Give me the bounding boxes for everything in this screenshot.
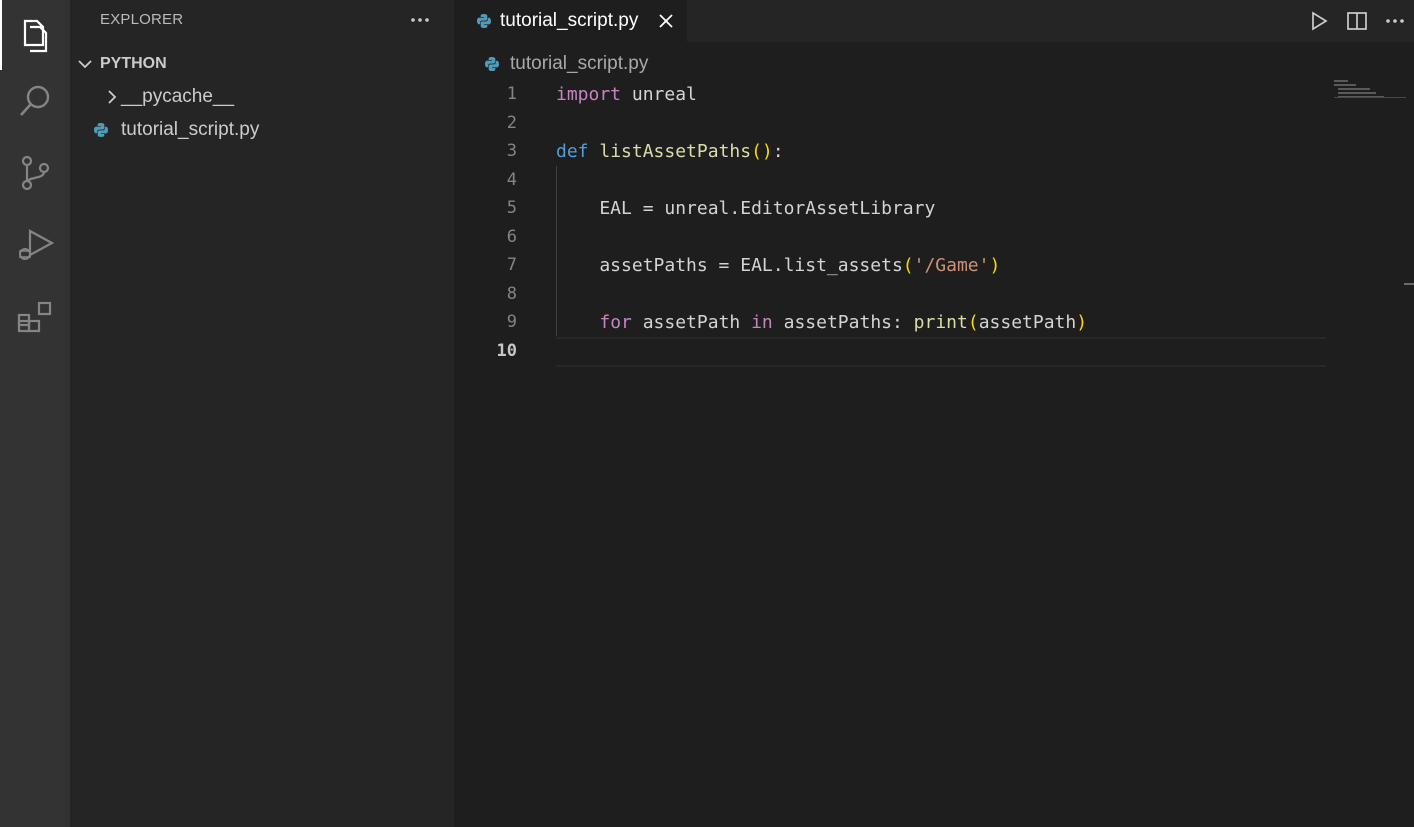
search-icon <box>20 85 50 116</box>
run-button[interactable] <box>1300 0 1338 42</box>
line-number: 4 <box>506 169 517 190</box>
tab-label: tutorial_script.py <box>500 10 639 31</box>
folder-name: PYTHON <box>100 55 167 72</box>
explorer-more-button[interactable] <box>404 4 436 36</box>
line-number: 8 <box>506 283 517 304</box>
line-number: 7 <box>506 255 517 275</box>
explorer-button[interactable] <box>0 0 70 70</box>
split-editor-button[interactable] <box>1338 0 1376 42</box>
code-line[interactable]: 7 assetPaths = EAL.list_assets('/Game') <box>454 251 1326 279</box>
tab-tutorial-script[interactable]: tutorial_script.py <box>454 0 687 42</box>
line-number: 5 <box>506 198 517 218</box>
python-file-icon <box>476 13 492 29</box>
scrollbar-marker[interactable] <box>1404 283 1414 285</box>
code-text: def listAssetPaths(): <box>556 140 784 162</box>
sidebar-title: EXPLORER <box>100 11 184 28</box>
files-icon <box>23 19 48 53</box>
tree-item-pycache[interactable]: __pycache__ <box>70 82 454 112</box>
code-line[interactable]: 10 <box>454 337 1326 365</box>
source-control-icon <box>21 155 50 191</box>
editor-actions <box>1300 0 1414 42</box>
tree-item-tutorial-script[interactable]: tutorial_script.py <box>70 115 454 145</box>
run-debug-button[interactable] <box>0 210 70 280</box>
ellipsis-icon <box>1386 19 1404 23</box>
line-number: 9 <box>506 312 517 332</box>
code-line[interactable]: 5 EAL = unreal.EditorAssetLibrary <box>454 194 1326 222</box>
code-line[interactable]: 2 <box>454 109 1326 137</box>
code-text: EAL = unreal.EditorAssetLibrary <box>556 197 936 219</box>
ellipsis-icon <box>411 18 429 22</box>
line-number: 10 <box>496 340 517 361</box>
python-file-icon <box>484 56 500 72</box>
code-line[interactable]: 9 for assetPath in assetPaths: print(ass… <box>454 308 1326 336</box>
breadcrumb[interactable]: tutorial_script.py <box>484 50 648 78</box>
code-line[interactable]: 6 <box>454 223 1326 251</box>
search-button[interactable] <box>0 66 70 136</box>
run-debug-icon <box>19 229 55 260</box>
line-number: 2 <box>506 112 517 133</box>
source-control-button[interactable] <box>0 138 70 208</box>
line-number: 3 <box>506 141 517 161</box>
chevron-down-icon <box>70 56 100 72</box>
python-file-icon <box>93 122 121 138</box>
code-line[interactable]: 1 import unreal <box>454 80 1326 108</box>
breadcrumb-file: tutorial_script.py <box>510 53 649 74</box>
minimap[interactable] <box>1334 78 1406 102</box>
tree-item-label: __pycache__ <box>121 86 235 107</box>
code-text: import unreal <box>556 83 697 105</box>
tab-bar: tutorial_script.py <box>454 0 1414 42</box>
editor-area: tutorial_script.py tutorial_script.py 1 … <box>454 0 1414 827</box>
extensions-icon <box>17 301 52 333</box>
code-text: assetPaths = EAL.list_assets('/Game') <box>556 254 1001 276</box>
play-icon <box>1312 11 1328 31</box>
folder-python[interactable]: PYTHON <box>70 50 454 78</box>
activity-bar <box>0 0 70 827</box>
code-line[interactable]: 3 def listAssetPaths(): <box>454 137 1326 165</box>
code-line[interactable]: 8 <box>454 280 1326 308</box>
line-number: 6 <box>506 226 517 247</box>
explorer-sidebar: EXPLORER PYTHON __pycache__ tutorial_scr… <box>70 0 454 827</box>
close-icon[interactable] <box>655 10 677 32</box>
split-editor-icon <box>1347 12 1367 30</box>
line-number: 1 <box>506 84 517 104</box>
editor-more-button[interactable] <box>1376 0 1414 42</box>
code-line[interactable]: 4 <box>454 166 1326 194</box>
tree-item-label: tutorial_script.py <box>121 119 260 140</box>
code-text: for assetPath in assetPaths: print(asset… <box>599 311 1088 333</box>
extensions-button[interactable] <box>0 282 70 352</box>
